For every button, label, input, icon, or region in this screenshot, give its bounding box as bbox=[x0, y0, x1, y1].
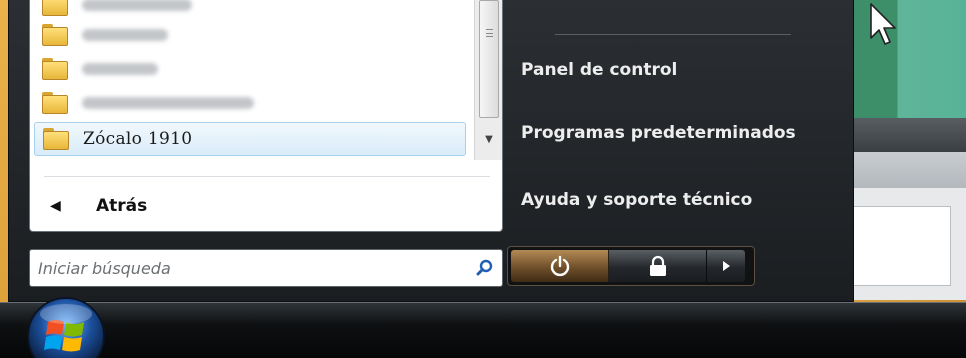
power-controls bbox=[507, 246, 755, 286]
folder-icon bbox=[42, 92, 68, 114]
power-icon bbox=[550, 255, 569, 277]
start-menu: Zócalo 1910 ▼ ◀ Atrás Panel de control P… bbox=[8, 0, 854, 302]
divider bbox=[555, 34, 791, 35]
folder-icon bbox=[42, 0, 68, 16]
search-box[interactable] bbox=[29, 249, 503, 287]
program-list[interactable]: Zócalo 1910 bbox=[30, 0, 470, 160]
power-button[interactable] bbox=[511, 250, 609, 282]
grip-icon bbox=[486, 29, 493, 37]
menu-item-panel-de-control[interactable]: Panel de control bbox=[521, 55, 677, 85]
folder-icon bbox=[42, 58, 68, 80]
arrow-right-icon bbox=[723, 261, 730, 271]
right-pane: Panel de control Programas predeterminad… bbox=[509, 0, 849, 240]
lock-icon bbox=[649, 255, 666, 276]
shutdown-options-button[interactable] bbox=[707, 250, 745, 282]
programs-pane: Zócalo 1910 ▼ ◀ Atrás bbox=[29, 0, 503, 232]
start-button[interactable] bbox=[24, 296, 108, 358]
list-item-zocalo-1910[interactable]: Zócalo 1910 bbox=[34, 122, 466, 156]
search-input[interactable] bbox=[30, 253, 468, 283]
folder-icon bbox=[43, 128, 69, 150]
divider bbox=[44, 176, 490, 177]
scroll-down-arrow-icon[interactable]: ▼ bbox=[479, 124, 499, 154]
list-item-folder[interactable] bbox=[34, 52, 466, 86]
search-icon[interactable] bbox=[468, 253, 502, 283]
mouse-cursor-icon bbox=[870, 3, 896, 45]
taskbar bbox=[0, 302, 966, 358]
list-item-label: Zócalo 1910 bbox=[83, 129, 193, 149]
scrollbar[interactable]: ▼ bbox=[474, 0, 502, 160]
menu-item-programas-predeterminados[interactable]: Programas predeterminados bbox=[521, 118, 796, 148]
menu-item-ayuda-y-soporte[interactable]: Ayuda y soporte técnico bbox=[521, 185, 752, 215]
folder-icon bbox=[42, 24, 68, 46]
list-item-folder[interactable] bbox=[34, 86, 466, 120]
back-label: Atrás bbox=[96, 196, 148, 216]
lock-button[interactable] bbox=[609, 250, 707, 282]
arrow-left-icon: ◀ bbox=[50, 198, 61, 214]
list-item-folder[interactable] bbox=[34, 18, 466, 52]
scroll-thumb[interactable] bbox=[479, 0, 499, 118]
back-button[interactable]: ◀ Atrás bbox=[44, 186, 344, 226]
